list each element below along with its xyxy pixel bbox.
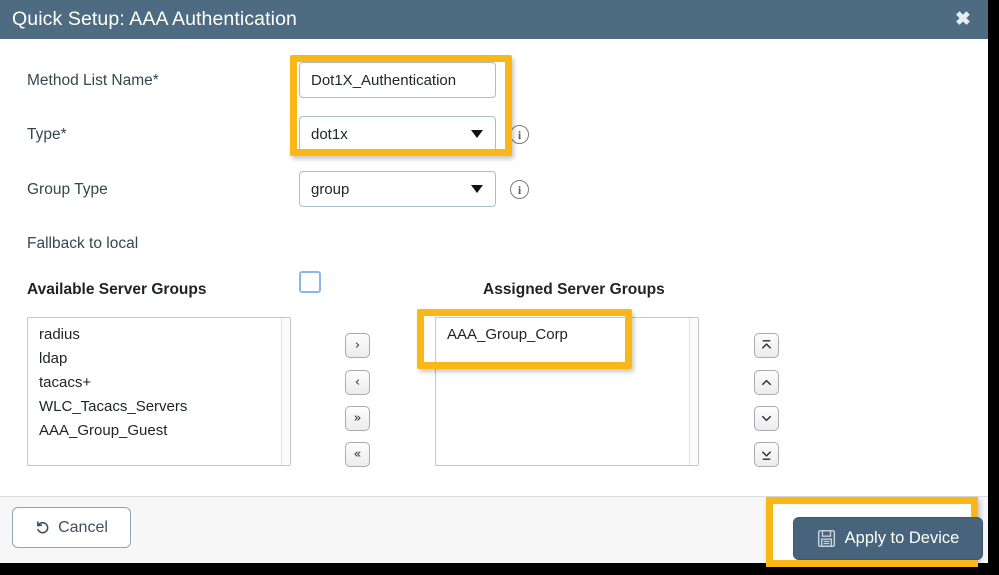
method-list-name-input[interactable]: Dot1X_Authentication bbox=[299, 62, 496, 98]
list-item[interactable]: tacacs+ bbox=[28, 371, 290, 395]
cancel-button[interactable]: Cancel bbox=[12, 507, 131, 548]
group-type-select[interactable]: group bbox=[299, 171, 496, 207]
group-type-label: Group Type bbox=[27, 181, 108, 198]
assigned-server-groups-listbox[interactable]: AAA_Group_Corp bbox=[435, 317, 699, 466]
move-all-left-button[interactable]: « bbox=[345, 442, 370, 467]
move-right-button[interactable]: › bbox=[345, 333, 370, 358]
move-to-top-icon bbox=[762, 340, 771, 349]
save-floppy-icon bbox=[817, 529, 835, 548]
dialog-title: Quick Setup: AAA Authentication bbox=[12, 8, 297, 30]
group-type-info-icon[interactable]: i bbox=[510, 180, 529, 199]
close-icon[interactable]: ✖ bbox=[952, 8, 974, 30]
screenshot-canvas: Quick Setup: AAA Authentication ✖ Method… bbox=[0, 0, 999, 575]
apply-to-device-label: Apply to Device bbox=[844, 529, 960, 547]
quick-setup-dialog: Quick Setup: AAA Authentication ✖ Method… bbox=[0, 0, 988, 563]
available-server-groups-heading: Available Server Groups bbox=[27, 281, 207, 298]
move-to-bottom-button[interactable] bbox=[754, 442, 779, 467]
move-to-bottom-icon bbox=[762, 451, 771, 460]
assigned-list-scrollbar[interactable] bbox=[689, 318, 698, 465]
dialog-titlebar: Quick Setup: AAA Authentication ✖ bbox=[0, 0, 988, 39]
chevron-down-icon bbox=[471, 130, 483, 138]
chevron-down-icon bbox=[762, 415, 771, 422]
list-item[interactable]: WLC_Tacacs_Servers bbox=[28, 395, 290, 419]
cancel-button-label: Cancel bbox=[58, 518, 108, 536]
highlight-apply-to-device: Apply to Device bbox=[766, 497, 983, 567]
available-server-groups-listbox[interactable]: radius ldap tacacs+ WLC_Tacacs_Servers A… bbox=[27, 317, 291, 466]
method-list-name-label: Method List Name* bbox=[27, 72, 159, 89]
assigned-server-groups-heading: Assigned Server Groups bbox=[483, 281, 665, 298]
chevron-up-icon bbox=[762, 379, 771, 386]
move-left-button[interactable]: ‹ bbox=[345, 370, 370, 395]
move-all-right-button[interactable]: » bbox=[345, 406, 370, 431]
undo-icon bbox=[36, 520, 49, 533]
apply-to-device-button[interactable]: Apply to Device bbox=[793, 517, 983, 560]
move-to-top-button[interactable] bbox=[754, 333, 779, 358]
move-down-button[interactable] bbox=[754, 406, 779, 431]
type-select-value: dot1x bbox=[311, 125, 348, 143]
list-item[interactable]: AAA_Group_Guest bbox=[28, 419, 290, 443]
available-list-scrollbar[interactable] bbox=[281, 318, 290, 465]
list-item[interactable]: ldap bbox=[28, 347, 290, 371]
group-type-select-value: group bbox=[311, 180, 350, 198]
chevron-down-icon bbox=[471, 185, 483, 193]
list-item[interactable]: AAA_Group_Corp bbox=[436, 323, 698, 347]
type-select[interactable]: dot1x bbox=[299, 116, 496, 152]
move-up-button[interactable] bbox=[754, 370, 779, 395]
type-info-icon[interactable]: i bbox=[510, 125, 529, 144]
type-label: Type* bbox=[27, 126, 67, 143]
dialog-body: Method List Name* Dot1X_Authentication T… bbox=[0, 39, 988, 496]
fallback-to-local-checkbox[interactable] bbox=[299, 271, 321, 293]
fallback-to-local-label: Fallback to local bbox=[27, 235, 139, 252]
list-item[interactable]: radius bbox=[28, 323, 290, 347]
